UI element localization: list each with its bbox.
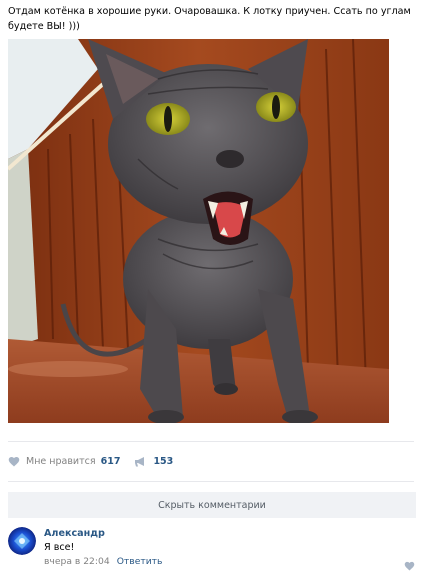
divider (8, 481, 414, 482)
comment-like-button[interactable] (404, 556, 415, 575)
post-photo[interactable] (8, 39, 389, 423)
like-count: 617 (100, 455, 121, 467)
like-label: Мне нравится (26, 455, 96, 467)
comment-time[interactable]: вчера в 22:04 (44, 556, 110, 567)
comment-meta: вчера в 22:04 Ответить (44, 556, 162, 567)
heart-icon (404, 561, 415, 571)
divider (8, 441, 414, 442)
reply-button[interactable]: Ответить (117, 556, 163, 567)
like-button[interactable]: Мне нравится 617 (8, 456, 120, 467)
post-text: Отдам котёнка в хорошие руки. Очаровашка… (8, 6, 411, 32)
repost-button[interactable]: 153 (134, 456, 173, 467)
comment-text: Я все! (44, 542, 75, 553)
avatar[interactable] (8, 527, 36, 555)
hide-comments-button[interactable]: Скрыть комментарии (8, 492, 416, 518)
post-actions: Мне нравится 617 153 (8, 452, 187, 470)
avatar-image (8, 527, 36, 555)
repost-count: 153 (153, 455, 174, 467)
heart-icon (8, 456, 20, 466)
megaphone-icon (135, 456, 145, 466)
comment-author[interactable]: Александр (44, 528, 105, 539)
sphynx-cat-photo (8, 39, 389, 423)
